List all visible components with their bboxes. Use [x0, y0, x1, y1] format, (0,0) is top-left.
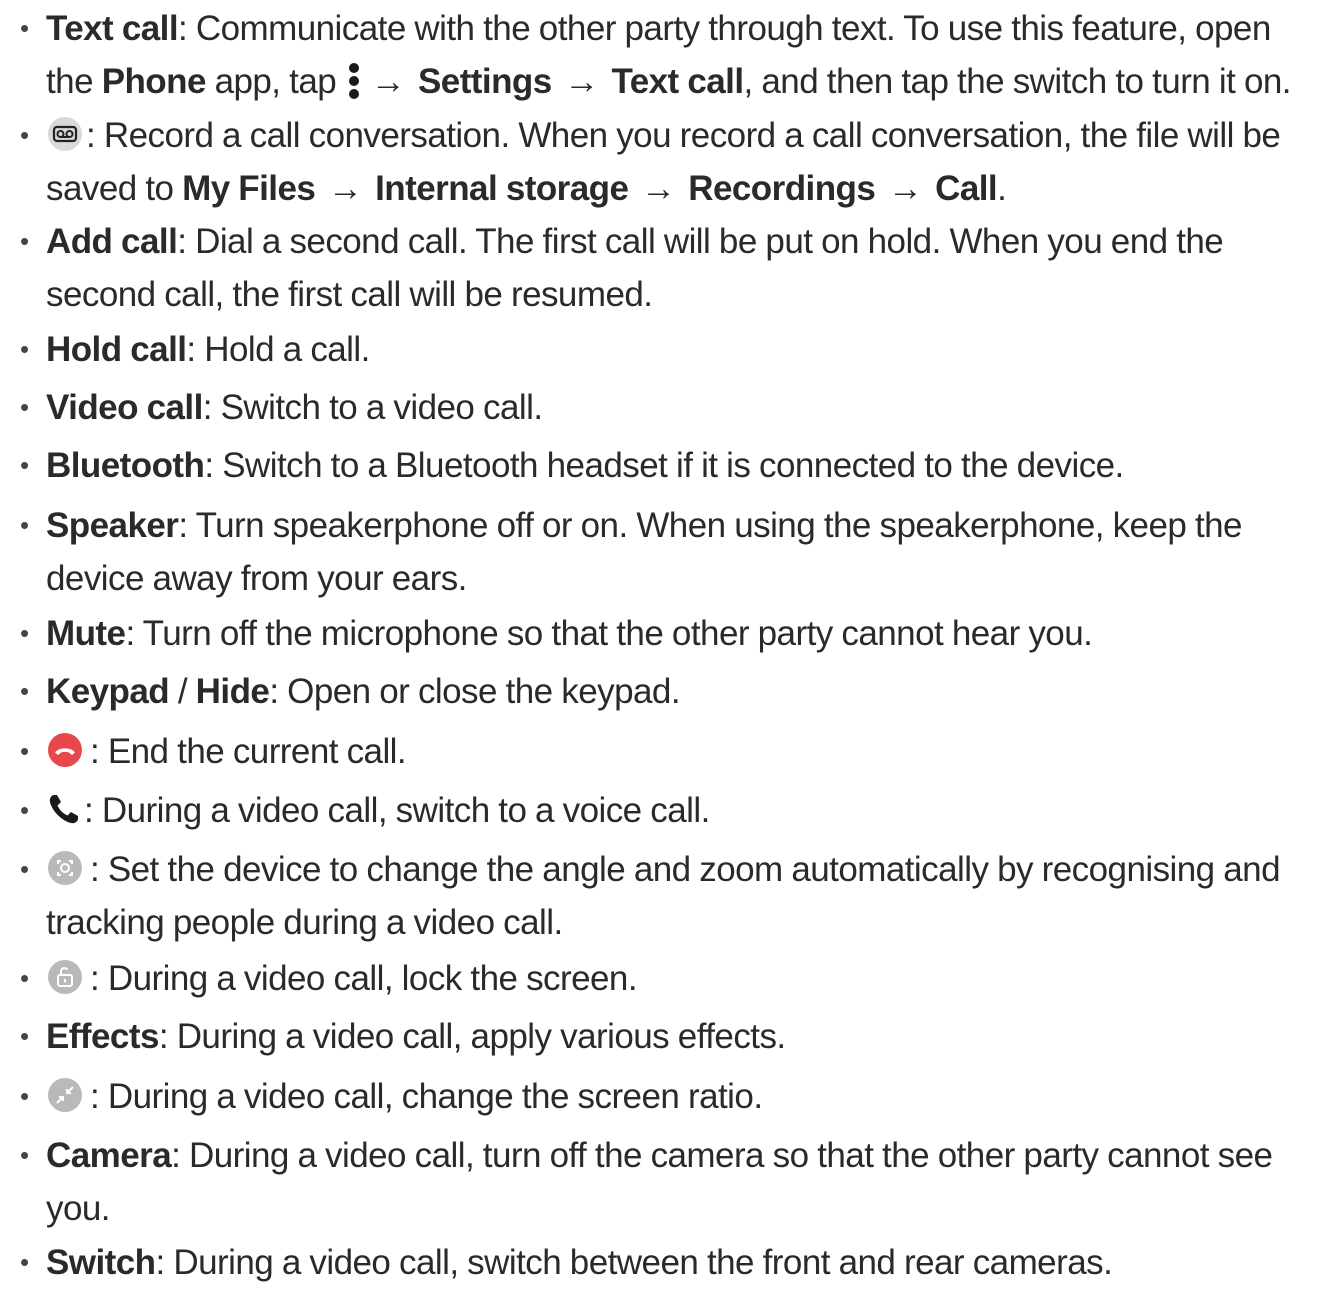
- speaker-desc-2: device away from your ears.: [46, 559, 467, 598]
- screen-ratio-desc: : During a video call, change the screen…: [90, 1077, 763, 1116]
- switch-label: Switch: [46, 1243, 156, 1282]
- camera-desc-2: you.: [46, 1189, 111, 1228]
- list-item-speaker: • Speaker: Turn speakerphone off or on. …: [0, 499, 1320, 605]
- bullet: •: [20, 736, 29, 766]
- list-item-switch: • Switch: During a video call, switch be…: [0, 1236, 1320, 1289]
- text-call-desc-2a: the: [46, 62, 102, 101]
- text-call-label: Text call: [46, 9, 179, 48]
- list-item-end-call: • : End the current call.: [0, 725, 1320, 778]
- list-item-record: • : Record a call conversation. When you…: [0, 109, 1320, 215]
- arrow: →: [887, 169, 923, 208]
- speaker-desc: : Turn speakerphone off or on. When usin…: [178, 506, 1242, 545]
- bullet: •: [20, 450, 29, 480]
- bullet: •: [20, 226, 29, 256]
- list-item-keypad: • Keypad / Hide: Open or close the keypa…: [0, 665, 1320, 718]
- keypad-separator: /: [169, 672, 196, 711]
- bullet: •: [20, 1247, 29, 1277]
- bluetooth-desc: : Switch to a Bluetooth headset if it is…: [204, 446, 1124, 485]
- add-call-desc: : Dial a second call. The first call wil…: [177, 222, 1224, 261]
- end-call-desc: : End the current call.: [90, 732, 407, 771]
- internal-storage-label: Internal storage: [375, 169, 629, 208]
- screen-ratio-icon: [48, 1077, 82, 1112]
- bullet: •: [20, 334, 29, 364]
- keypad-desc: : Open or close the keypad.: [269, 672, 681, 711]
- list-item-effects: • Effects: During a video call, apply va…: [0, 1010, 1320, 1063]
- arrow: →: [327, 169, 363, 208]
- hold-call-desc: : Hold a call.: [186, 330, 370, 369]
- record-desc: : Record a call conversation. When you r…: [86, 116, 1281, 155]
- video-call-label: Video call: [46, 388, 203, 427]
- bullet: •: [20, 1081, 29, 1111]
- bullet: •: [20, 618, 29, 648]
- bluetooth-label: Bluetooth: [46, 446, 205, 485]
- bullet: •: [20, 510, 29, 540]
- video-call-desc: : Switch to a video call.: [202, 388, 543, 427]
- list-item-add-call: • Add call: Dial a second call. The firs…: [0, 215, 1320, 321]
- speaker-label: Speaker: [46, 506, 179, 545]
- bullet: •: [20, 854, 29, 884]
- list-item-screen-ratio: • : During a video call, change the scre…: [0, 1070, 1320, 1123]
- bullet: •: [20, 676, 29, 706]
- hide-label: Hide: [195, 672, 270, 711]
- feature-list: • Text call: Communicate with the other …: [0, 0, 1320, 1283]
- arrow: →: [564, 62, 599, 101]
- bullet: •: [20, 1021, 29, 1051]
- add-call-label: Add call: [46, 222, 178, 261]
- phone-app-label: Phone: [101, 62, 207, 101]
- end-call-icon: [48, 732, 82, 767]
- list-item-bluetooth: • Bluetooth: Switch to a Bluetooth heads…: [0, 439, 1320, 492]
- mute-label: Mute: [46, 614, 126, 653]
- list-item-hold-call: • Hold call: Hold a call.: [0, 323, 1320, 376]
- effects-desc: : During a video call, apply various eff…: [158, 1017, 786, 1056]
- list-item-video-call: • Video call: Switch to a video call.: [0, 381, 1320, 434]
- auto-framing-desc-2: tracking people during a video call.: [46, 903, 563, 942]
- voicemail-record-icon: [48, 116, 82, 151]
- list-item-camera: • Camera: During a video call, turn off …: [0, 1129, 1320, 1235]
- record-desc-2b: .: [997, 169, 1007, 208]
- text-call-desc-2b: app, tap: [205, 62, 345, 101]
- call-label: Call: [935, 169, 998, 208]
- add-call-desc-2: second call, the first call will be resu…: [46, 275, 653, 314]
- recordings-label: Recordings: [688, 169, 876, 208]
- bullet: •: [20, 120, 29, 150]
- bullet: •: [20, 1140, 29, 1170]
- text-call-desc: : Communicate with the other party throu…: [178, 9, 1271, 48]
- hold-call-label: Hold call: [46, 330, 187, 369]
- text-call-desc-2c: , and then tap the switch to turn it on.: [743, 62, 1292, 101]
- arrow: →: [370, 62, 406, 101]
- mute-desc: : Turn off the microphone so that the ot…: [125, 614, 1093, 653]
- switch-desc: : During a video call, switch between th…: [155, 1243, 1113, 1282]
- lock-desc: : During a video call, lock the screen.: [90, 959, 638, 998]
- list-item-text-call: • Text call: Communicate with the other …: [0, 2, 1320, 108]
- my-files-label: My Files: [182, 169, 316, 208]
- auto-framing-desc: : Set the device to change the angle and…: [90, 850, 1281, 889]
- bullet: •: [20, 795, 29, 825]
- list-item-voice-call: • : During a video call, switch to a voi…: [0, 784, 1320, 837]
- record-desc-2a: saved to: [46, 169, 183, 208]
- text-call-label-2: Text call: [611, 62, 744, 101]
- keypad-label: Keypad: [46, 672, 170, 711]
- list-item-auto-framing: • : Set the device to change the angle a…: [0, 843, 1320, 949]
- lock-icon: [48, 959, 82, 994]
- phone-icon: [49, 794, 78, 823]
- list-item-mute: • Mute: Turn off the microphone so that …: [0, 607, 1320, 660]
- camera-desc: : During a video call, turn off the came…: [171, 1136, 1273, 1175]
- bullet: •: [20, 963, 29, 993]
- arrow: →: [641, 169, 676, 208]
- bullet: •: [20, 392, 29, 422]
- effects-label: Effects: [46, 1017, 159, 1056]
- voice-call-desc: : During a video call, switch to a voice…: [84, 791, 710, 830]
- settings-label: Settings: [417, 62, 552, 101]
- more-options-icon: [348, 62, 359, 99]
- auto-framing-icon: [48, 850, 82, 885]
- list-item-lock: • : During a video call, lock the screen…: [0, 952, 1320, 1005]
- camera-label: Camera: [46, 1136, 172, 1175]
- bullet: •: [20, 13, 29, 43]
